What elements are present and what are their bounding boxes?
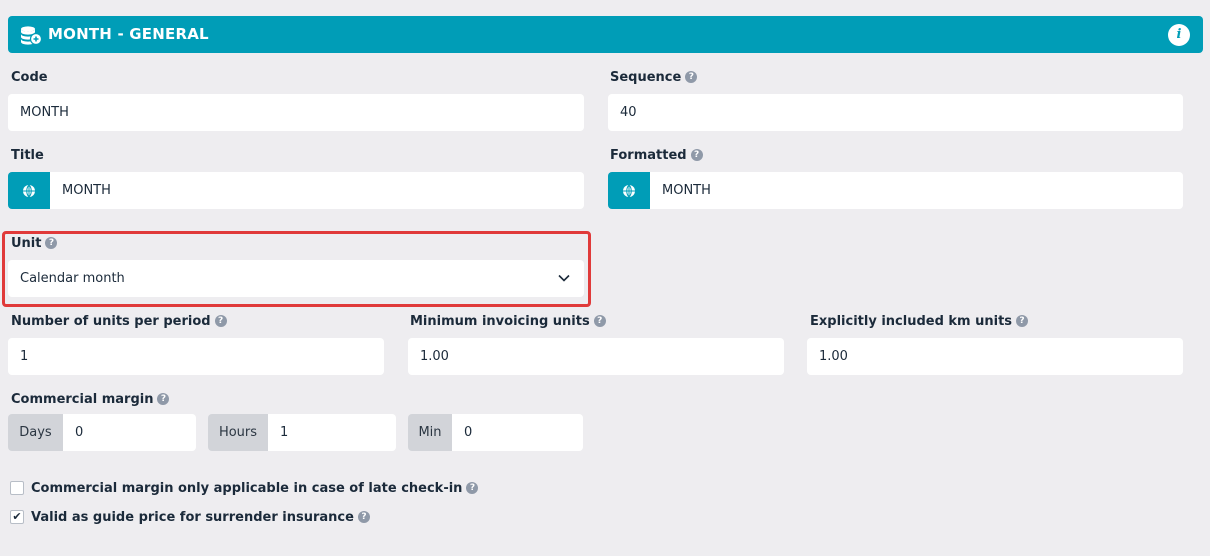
sequence-input[interactable]: 40 <box>608 94 1183 131</box>
help-icon[interactable]: ? <box>45 236 58 249</box>
formatted-label-text: Formatted <box>610 148 687 163</box>
guide-price-checkbox-row[interactable]: ✔ Valid as guide price for surrender insu… <box>10 509 370 527</box>
formatted-label: Formatted? <box>610 147 703 165</box>
sequence-label-text: Sequence <box>610 70 682 85</box>
commercial-margin-label-text: Commercial margin <box>11 392 154 407</box>
unit-label: Unit? <box>11 235 58 253</box>
units-per-period-label-text: Number of units per period <box>11 314 211 329</box>
chevron-down-icon <box>558 274 570 282</box>
included-km-input[interactable]: 1.00 <box>807 338 1183 375</box>
title-label: Title <box>11 147 44 165</box>
help-icon[interactable]: ? <box>593 314 606 327</box>
unit-select[interactable]: Calendar month <box>8 260 584 297</box>
min-input[interactable]: 0 <box>452 414 583 451</box>
globe-icon <box>623 184 635 198</box>
min-invoicing-label-text: Minimum invoicing units <box>410 314 590 329</box>
help-icon[interactable]: ? <box>685 70 698 83</box>
help-icon[interactable]: ? <box>357 510 370 523</box>
days-addon: Days <box>8 414 63 451</box>
unit-label-text: Unit <box>11 236 42 251</box>
code-label: Code <box>11 69 48 87</box>
unit-select-value: Calendar month <box>20 271 125 286</box>
late-checkin-checkbox[interactable] <box>10 480 24 495</box>
included-km-label-text: Explicitly included km units <box>810 314 1013 329</box>
help-icon[interactable]: ? <box>214 314 227 327</box>
page-title: MONTH - GENERAL <box>48 25 209 43</box>
min-invoicing-label: Minimum invoicing units? <box>410 313 606 331</box>
help-icon[interactable]: ? <box>1016 314 1029 327</box>
coins-icon <box>21 26 42 45</box>
info-icon[interactable]: i <box>1168 24 1190 46</box>
code-label-text: Code <box>11 70 48 85</box>
globe-icon <box>23 184 35 198</box>
title-label-text: Title <box>11 148 44 163</box>
title-input[interactable]: MONTH <box>50 172 584 209</box>
hours-input[interactable]: 1 <box>268 414 396 451</box>
days-input[interactable]: 0 <box>63 414 196 451</box>
sequence-label: Sequence? <box>610 69 698 87</box>
late-checkin-label: Commercial margin only applicable in cas… <box>31 481 463 496</box>
formatted-language-button[interactable] <box>608 172 650 209</box>
included-km-label: Explicitly included km units? <box>810 313 1029 331</box>
title-language-button[interactable] <box>8 172 50 209</box>
min-addon: Min <box>408 414 452 451</box>
hours-addon: Hours <box>208 414 268 451</box>
help-icon[interactable]: ? <box>690 148 703 161</box>
guide-price-checkbox[interactable]: ✔ <box>10 509 24 524</box>
min-invoicing-input[interactable]: 1.00 <box>408 338 784 375</box>
section-header: MONTH - GENERAL i <box>8 16 1203 53</box>
guide-price-label: Valid as guide price for surrender insur… <box>31 510 354 525</box>
help-icon[interactable]: ? <box>466 481 479 494</box>
units-per-period-label: Number of units per period? <box>11 313 227 331</box>
code-input[interactable]: MONTH <box>8 94 584 131</box>
units-per-period-input[interactable]: 1 <box>8 338 384 375</box>
commercial-margin-label: Commercial margin? <box>11 391 170 409</box>
late-checkin-checkbox-row[interactable]: Commercial margin only applicable in cas… <box>10 480 479 498</box>
formatted-input[interactable]: MONTH <box>650 172 1183 209</box>
help-icon[interactable]: ? <box>157 392 170 405</box>
